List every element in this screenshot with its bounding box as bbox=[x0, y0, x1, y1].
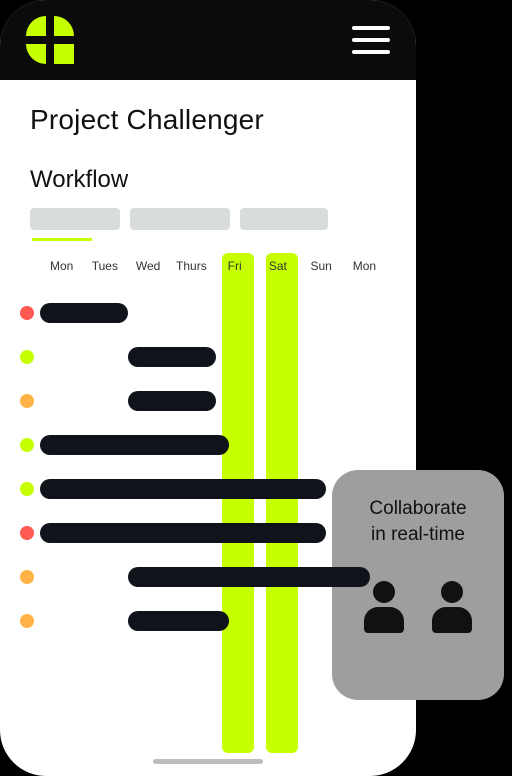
tabs bbox=[30, 208, 386, 230]
task-bar[interactable] bbox=[128, 347, 216, 367]
status-dot bbox=[20, 482, 34, 496]
task-bar[interactable] bbox=[128, 567, 370, 587]
day-header: Sat bbox=[256, 259, 299, 273]
day-header: Tues bbox=[83, 259, 126, 273]
status-dot bbox=[20, 526, 34, 540]
home-indicator bbox=[153, 759, 263, 764]
task-row bbox=[20, 379, 386, 423]
day-header: Mon bbox=[40, 259, 83, 273]
task-bar[interactable] bbox=[40, 303, 128, 323]
active-tab-indicator bbox=[32, 238, 92, 241]
status-dot bbox=[20, 438, 34, 452]
person-icon bbox=[364, 581, 404, 633]
page-title: Project Challenger bbox=[30, 104, 386, 136]
day-header: Wed bbox=[127, 259, 170, 273]
task-row bbox=[20, 291, 386, 335]
app-logo-icon[interactable] bbox=[26, 16, 74, 64]
status-dot bbox=[20, 570, 34, 584]
task-row bbox=[20, 335, 386, 379]
day-header: Sun bbox=[300, 259, 343, 273]
task-row bbox=[20, 423, 386, 467]
gantt-chart: MonTuesWedThursFriSatSunMon bbox=[20, 259, 386, 643]
day-header: Fri bbox=[213, 259, 256, 273]
collab-text-line2: in real-time bbox=[350, 522, 486, 548]
collab-text-line1: Collaborate bbox=[350, 496, 486, 522]
task-bar[interactable] bbox=[40, 435, 229, 455]
task-bar[interactable] bbox=[40, 523, 326, 543]
top-bar bbox=[0, 0, 416, 80]
tab-1[interactable] bbox=[30, 208, 120, 230]
status-dot bbox=[20, 306, 34, 320]
hamburger-menu-icon[interactable] bbox=[352, 26, 390, 54]
status-dot bbox=[20, 614, 34, 628]
person-icon bbox=[432, 581, 472, 633]
status-dot bbox=[20, 350, 34, 364]
task-bar[interactable] bbox=[128, 611, 229, 631]
task-bar[interactable] bbox=[128, 391, 216, 411]
day-header-row: MonTuesWedThursFriSatSunMon bbox=[40, 259, 386, 273]
day-header: Mon bbox=[343, 259, 386, 273]
day-header: Thurs bbox=[170, 259, 213, 273]
tab-2[interactable] bbox=[130, 208, 230, 230]
task-bar[interactable] bbox=[40, 479, 326, 499]
people-icons bbox=[350, 581, 486, 633]
section-title: Workflow bbox=[30, 166, 386, 194]
status-dot bbox=[20, 394, 34, 408]
tab-3[interactable] bbox=[240, 208, 328, 230]
